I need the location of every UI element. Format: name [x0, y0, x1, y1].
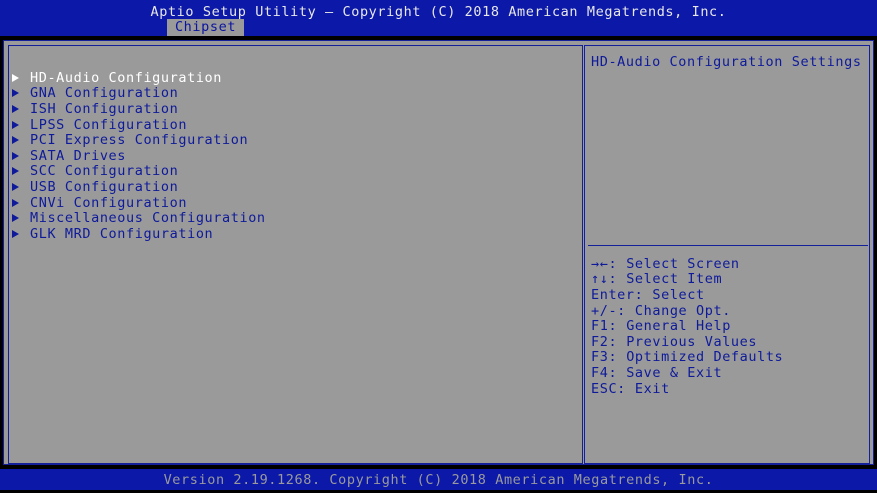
- menu-item-label: PCI Express Configuration: [30, 132, 249, 149]
- menu-item-label: ISH Configuration: [30, 100, 179, 117]
- key-action: Select: [652, 286, 705, 303]
- submenu-arrow-icon: [12, 229, 19, 238]
- menu-item-label: USB Configuration: [30, 178, 179, 195]
- key-legend-row: ↑↓: Select Item: [591, 271, 783, 288]
- submenu-arrow-icon: [12, 136, 19, 145]
- submenu-arrow-icon: [12, 198, 19, 207]
- key-action: General Help: [626, 318, 731, 335]
- key-action: Change Opt.: [634, 302, 731, 319]
- header-bar: Aptio Setup Utility – Copyright (C) 2018…: [0, 0, 877, 36]
- key-legend-row: F4: Save & Exit: [591, 365, 783, 381]
- help-divider: [588, 245, 868, 246]
- menu-item-label: HD-Audio Configuration: [30, 69, 223, 86]
- key-action: Optimized Defaults: [626, 349, 784, 366]
- key-label: →←:: [591, 255, 618, 272]
- key-legend-row: ESC: Exit: [591, 381, 783, 397]
- key-label: F4:: [591, 364, 618, 381]
- help-pane: HD-Audio Configuration Settings →←: Sele…: [584, 45, 870, 464]
- menu-item-label: SCC Configuration: [30, 163, 179, 180]
- submenu-arrow-icon: [12, 120, 19, 129]
- menu-item-label: SATA Drives: [30, 147, 127, 164]
- app-title: Aptio Setup Utility – Copyright (C) 2018…: [150, 4, 727, 20]
- key-legend-row: Enter: Select: [591, 287, 783, 303]
- menu-item-scc[interactable]: SCC Configuration: [9, 163, 266, 180]
- key-label: Enter:: [591, 286, 644, 303]
- submenu-arrow-icon: [12, 214, 19, 223]
- key-legend-row: →←: Select Screen: [591, 256, 783, 272]
- main-panel: HD-Audio Configuration GNA Configuration…: [3, 40, 874, 465]
- version-text: Version 2.19.1268. Copyright (C) 2018 Am…: [163, 472, 714, 488]
- key-label: F3:: [591, 349, 618, 366]
- tab-chipset[interactable]: Chipset: [167, 19, 244, 36]
- key-legend-row: F3: Optimized Defaults: [591, 349, 784, 366]
- key-label: F1:: [591, 318, 618, 335]
- menu-item-cnvi[interactable]: CNVi Configuration: [9, 195, 266, 211]
- menu-item-glk-mrd[interactable]: GLK MRD Configuration: [9, 226, 266, 242]
- menu-item-pci-express[interactable]: PCI Express Configuration: [9, 132, 266, 148]
- menu-item-sata-drives[interactable]: SATA Drives: [9, 148, 266, 164]
- submenu-arrow-icon: [12, 151, 19, 160]
- key-legend-row: F2: Previous Values: [591, 334, 783, 350]
- key-label: F2:: [591, 333, 618, 350]
- menu-item-label: GNA Configuration: [30, 85, 179, 102]
- menu-item-ish[interactable]: ISH Configuration: [9, 101, 266, 117]
- key-legend-row: +/-: Change Opt.: [591, 303, 783, 319]
- menu-item-label: CNVi Configuration: [30, 194, 188, 211]
- key-action: Previous Values: [626, 333, 758, 350]
- menu-item-usb[interactable]: USB Configuration: [9, 179, 266, 195]
- key-label: +/-:: [591, 302, 626, 319]
- menu-item-label: LPSS Configuration: [30, 116, 188, 133]
- help-description: HD-Audio Configuration Settings: [591, 54, 862, 70]
- menu-item-gna[interactable]: GNA Configuration: [9, 85, 266, 102]
- menu-item-label: GLK MRD Configuration: [30, 225, 214, 242]
- key-legend: →←: Select Screen ↑↓: Select Item Enter:…: [591, 256, 784, 397]
- submenu-arrow-icon: [12, 73, 19, 82]
- menu-pane: HD-Audio Configuration GNA Configuration…: [8, 45, 583, 464]
- key-action: Save & Exit: [626, 364, 723, 381]
- key-action: Select Item: [626, 271, 723, 288]
- submenu-arrow-icon: [12, 182, 19, 191]
- submenu-arrow-icon: [12, 89, 19, 98]
- footer-bar: Version 2.19.1268. Copyright (C) 2018 Am…: [0, 469, 877, 490]
- key-legend-row: F1: General Help: [591, 318, 783, 334]
- key-action: Select Screen: [626, 255, 740, 272]
- key-label: ESC:: [591, 380, 626, 397]
- key-action: Exit: [634, 380, 670, 397]
- menu-item-lpss[interactable]: LPSS Configuration: [9, 117, 266, 133]
- key-label: ↑↓:: [591, 271, 618, 288]
- menu-list: HD-Audio Configuration GNA Configuration…: [9, 70, 266, 242]
- submenu-arrow-icon: [12, 104, 19, 113]
- bios-screen: Aptio Setup Utility – Copyright (C) 2018…: [0, 0, 877, 493]
- submenu-arrow-icon: [12, 167, 19, 176]
- menu-item-hd-audio[interactable]: HD-Audio Configuration: [9, 70, 266, 86]
- menu-item-label: Miscellaneous Configuration: [30, 210, 266, 227]
- menu-item-miscellaneous[interactable]: Miscellaneous Configuration: [9, 210, 266, 226]
